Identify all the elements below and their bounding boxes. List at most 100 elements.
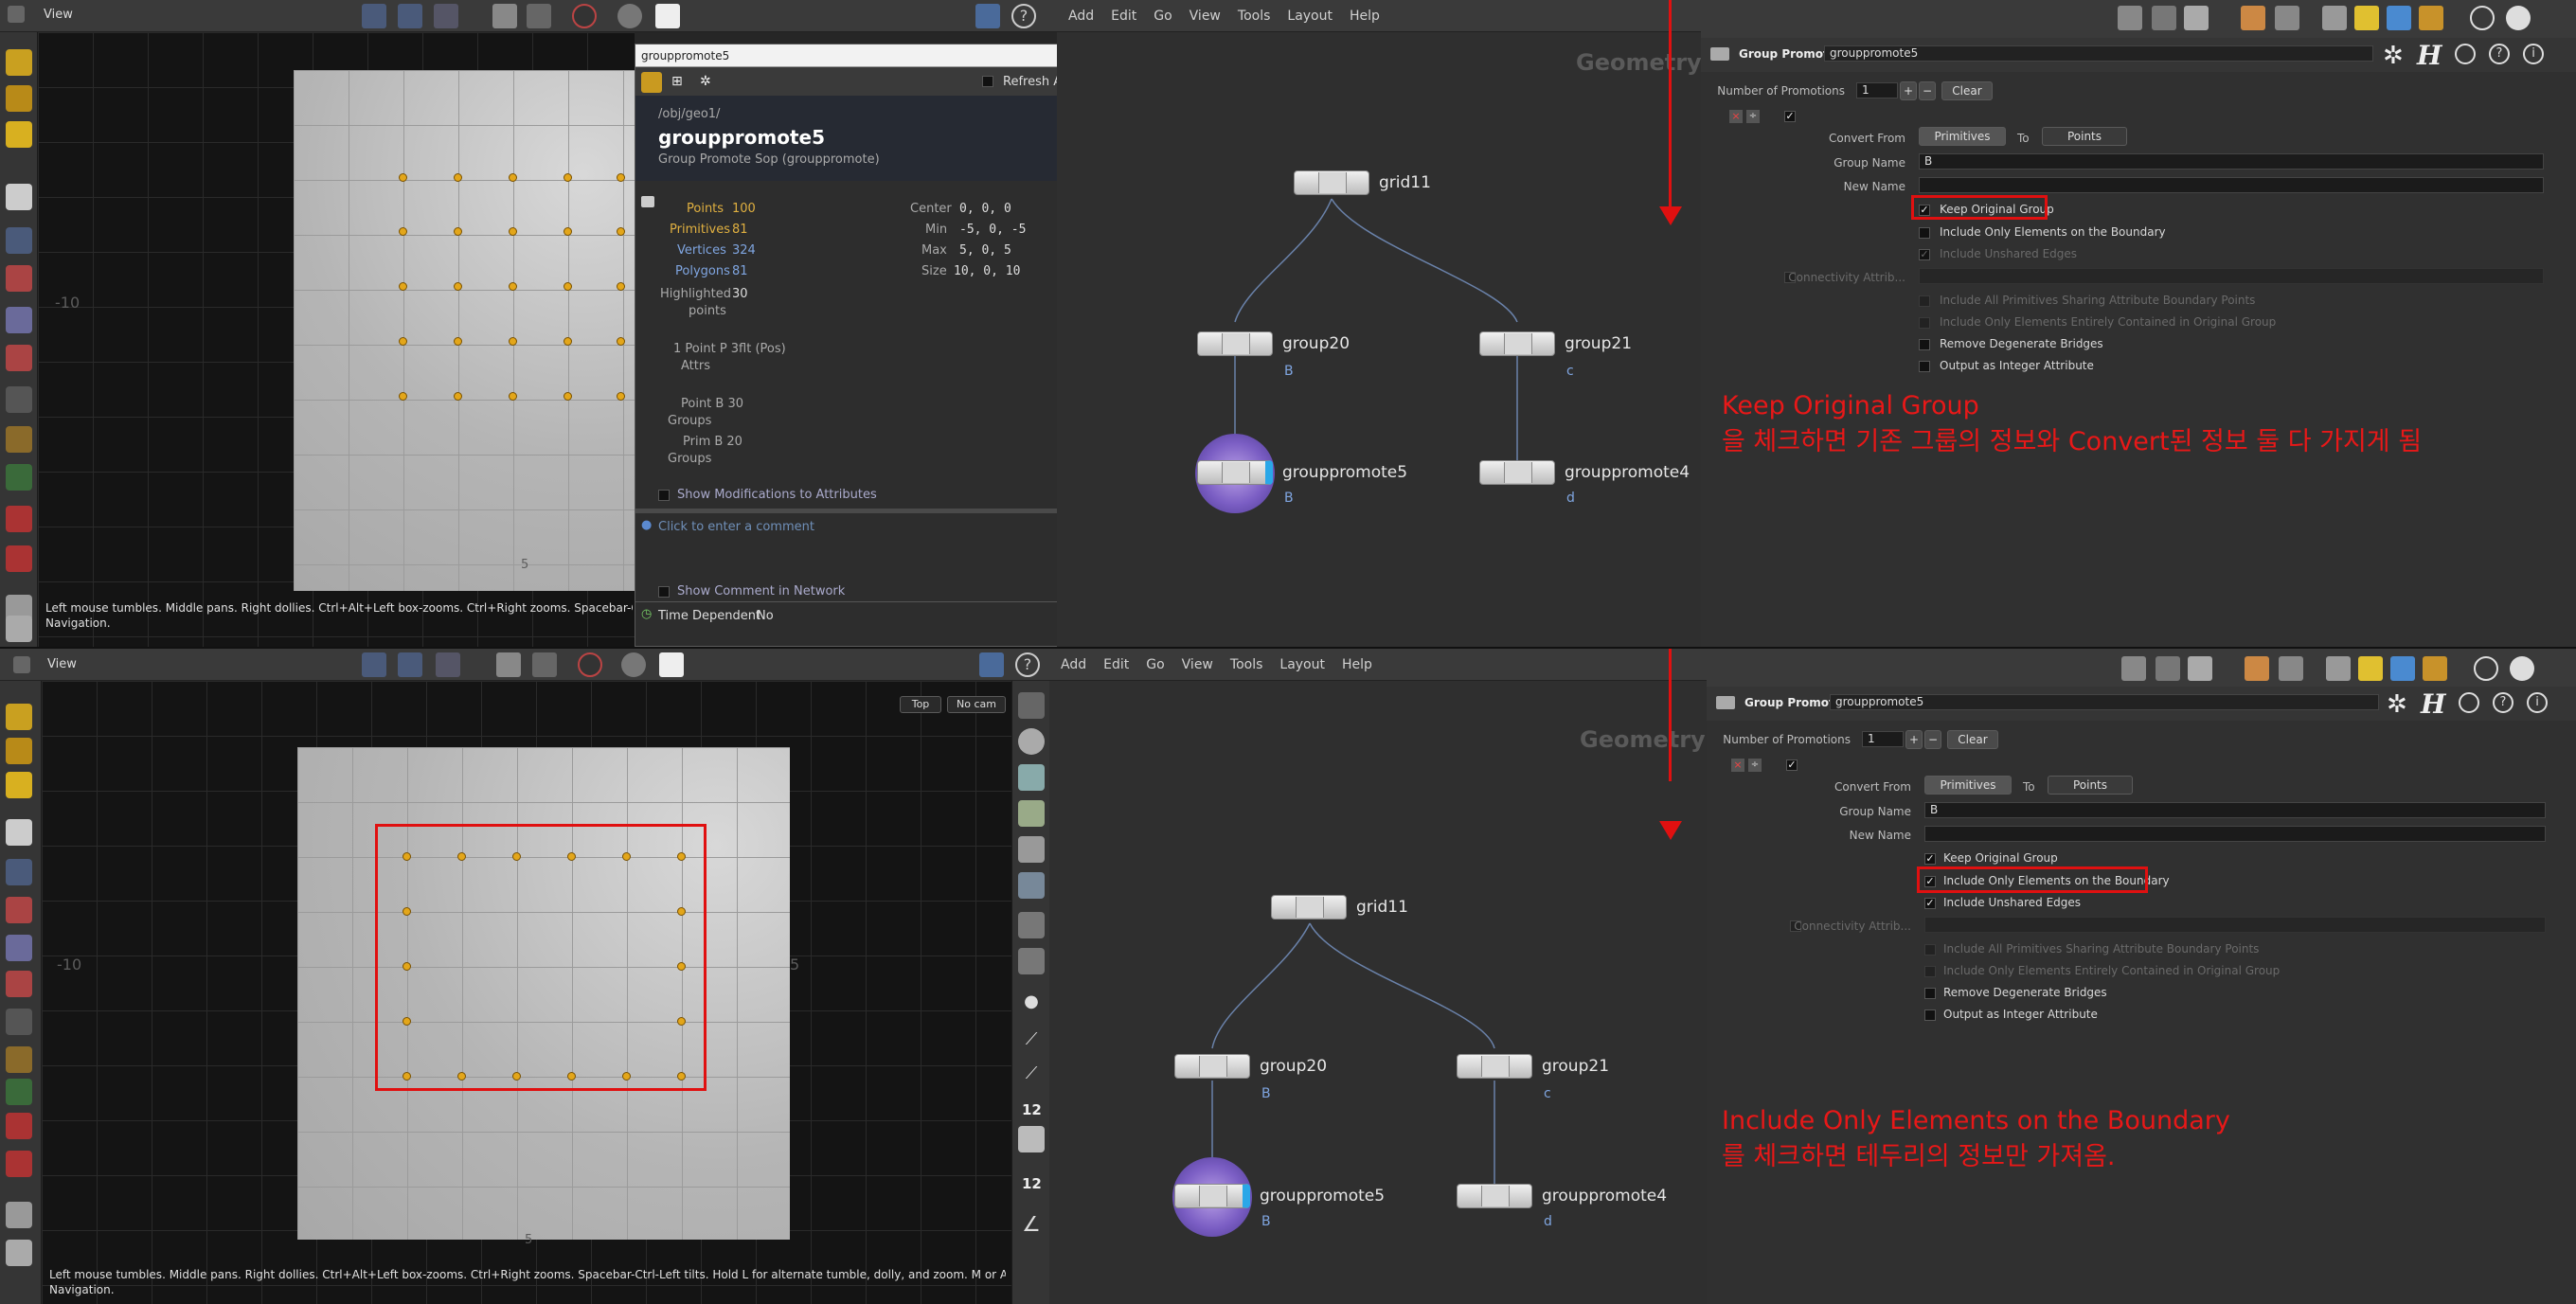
disk-icon[interactable] [6, 1240, 32, 1266]
clear-button[interactable]: Clear [1941, 81, 1993, 100]
layout-icon[interactable] [2326, 656, 2351, 681]
plus-button[interactable]: + [1905, 730, 1923, 749]
node-grouppromote5[interactable] [1174, 1184, 1250, 1208]
help-icon[interactable]: ? [2493, 692, 2513, 713]
to-menu[interactable]: Points [2042, 127, 2127, 146]
show-mods-checkbox[interactable] [658, 490, 670, 501]
pane-menu-icon[interactable] [13, 656, 30, 673]
image-icon[interactable] [2387, 6, 2411, 30]
clear-button[interactable]: Clear [1947, 730, 1998, 749]
palette-icon[interactable] [2241, 6, 2265, 30]
pose-icon[interactable] [6, 307, 32, 333]
angle-icon[interactable]: ∠ [1018, 1211, 1045, 1238]
entirely-contained-checkbox[interactable] [1924, 966, 1936, 977]
gear-icon[interactable] [659, 652, 684, 677]
pin-icon[interactable] [641, 72, 662, 93]
remove-degenerate-checkbox[interactable] [1919, 339, 1930, 350]
select-edges-icon[interactable] [6, 85, 32, 112]
select-edges-icon[interactable] [6, 738, 32, 764]
group-name-field[interactable]: B [1919, 153, 2544, 170]
debug-icon[interactable]: ✲ [700, 74, 711, 89]
stop-icon[interactable] [578, 652, 602, 677]
unshared-edges-checkbox[interactable]: ✓ [1919, 249, 1930, 260]
scene-viewport[interactable]: -10 5 Left mouse tumbles. Middle pans. R… [38, 32, 635, 647]
add-icon[interactable]: ⊞ [671, 74, 683, 89]
note-icon[interactable] [2358, 656, 2383, 681]
node-grouppromote4[interactable] [1457, 1184, 1532, 1208]
select-prims-icon[interactable] [6, 772, 32, 798]
info-icon[interactable]: i [2527, 692, 2548, 713]
group-name-field[interactable]: B [1924, 802, 2546, 818]
node-group20[interactable] [1197, 331, 1273, 356]
layout-icon[interactable] [2322, 6, 2347, 30]
node-grouppromote4[interactable] [1479, 460, 1555, 485]
magnet-icon[interactable] [6, 1113, 32, 1139]
minus-button[interactable]: − [1924, 730, 1941, 749]
all-prims-checkbox[interactable] [1919, 295, 1930, 307]
select-prims-icon[interactable] [6, 121, 32, 148]
search-icon[interactable] [2459, 692, 2479, 713]
eye-icon[interactable] [2510, 656, 2534, 681]
connectivity-field[interactable] [1924, 917, 2546, 933]
help-icon[interactable]: ? [1011, 4, 1036, 28]
select-points-icon[interactable] [6, 704, 32, 730]
convert-from-menu[interactable]: Primitives [1924, 776, 2012, 795]
ground-icon[interactable] [6, 464, 32, 491]
rotate-tool-icon[interactable] [436, 652, 460, 677]
magnet-icon[interactable] [6, 506, 32, 532]
eye-icon[interactable] [2506, 6, 2531, 30]
disk-icon[interactable] [6, 616, 32, 642]
pointer-icon[interactable] [6, 819, 32, 846]
lamp-icon[interactable] [1018, 836, 1045, 863]
refresh-checkbox[interactable] [982, 76, 993, 87]
stop-icon[interactable] [572, 4, 597, 28]
grid-icon[interactable] [2275, 6, 2299, 30]
paint-icon[interactable] [6, 386, 32, 413]
view-top-button[interactable]: Top [900, 696, 941, 713]
camera-tool-icon[interactable] [496, 652, 521, 677]
all-prims-checkbox[interactable] [1924, 944, 1936, 956]
plus-button[interactable]: + [1900, 81, 1917, 100]
pose-icon[interactable] [6, 935, 32, 961]
num-promotions-field[interactable]: 1 [1862, 731, 1904, 747]
gear-icon[interactable] [655, 4, 680, 28]
select-tool-icon[interactable] [362, 4, 386, 28]
new-name-field[interactable] [1919, 177, 2544, 193]
convert-from-menu[interactable]: Primitives [1919, 127, 2006, 146]
eye-icon[interactable] [1018, 912, 1045, 938]
box-icon[interactable] [2419, 6, 2443, 30]
minus-button[interactable]: − [1919, 81, 1936, 100]
to-menu[interactable]: Points [2048, 776, 2133, 795]
view-tool-icon[interactable] [527, 4, 551, 28]
entirely-contained-checkbox[interactable] [1919, 317, 1930, 329]
ground-icon[interactable] [6, 1079, 32, 1105]
snap-icon[interactable] [617, 4, 642, 28]
pen-icon[interactable]: ⟋ [1018, 1060, 1045, 1086]
bone-icon[interactable] [6, 971, 32, 997]
view-menu[interactable]: View [47, 657, 77, 671]
network-editor[interactable]: Add Edit Go View Tools Layout Help Geome… [1057, 0, 1702, 647]
node-group21[interactable] [1457, 1054, 1532, 1079]
magnet2-icon[interactable] [6, 545, 32, 572]
show-comment-checkbox[interactable] [658, 586, 670, 598]
insert-multiparm-icon[interactable]: ÷ [1746, 110, 1760, 123]
rotate-tool-icon[interactable] [434, 4, 458, 28]
camera-icon[interactable] [1018, 872, 1045, 899]
move-tool-icon[interactable] [398, 4, 422, 28]
handle-icon[interactable] [6, 897, 32, 923]
box-icon[interactable] [2423, 656, 2447, 681]
palette-icon[interactable] [2245, 656, 2269, 681]
camera-button[interactable]: No cam [947, 696, 1006, 713]
snap-icon[interactable] [621, 652, 646, 677]
node-group20[interactable] [1174, 1054, 1250, 1079]
bone-icon[interactable] [6, 345, 32, 371]
magnet2-icon[interactable] [6, 1151, 32, 1177]
brush-icon[interactable] [6, 1202, 32, 1228]
search-icon[interactable] [2455, 44, 2476, 64]
help-icon[interactable]: ? [1015, 652, 1040, 677]
note-icon[interactable] [2354, 6, 2379, 30]
node-grid11[interactable] [1294, 170, 1369, 195]
select-tool-icon[interactable] [362, 652, 386, 677]
node-group21[interactable] [1479, 331, 1555, 356]
paint-icon[interactable] [6, 1009, 32, 1035]
